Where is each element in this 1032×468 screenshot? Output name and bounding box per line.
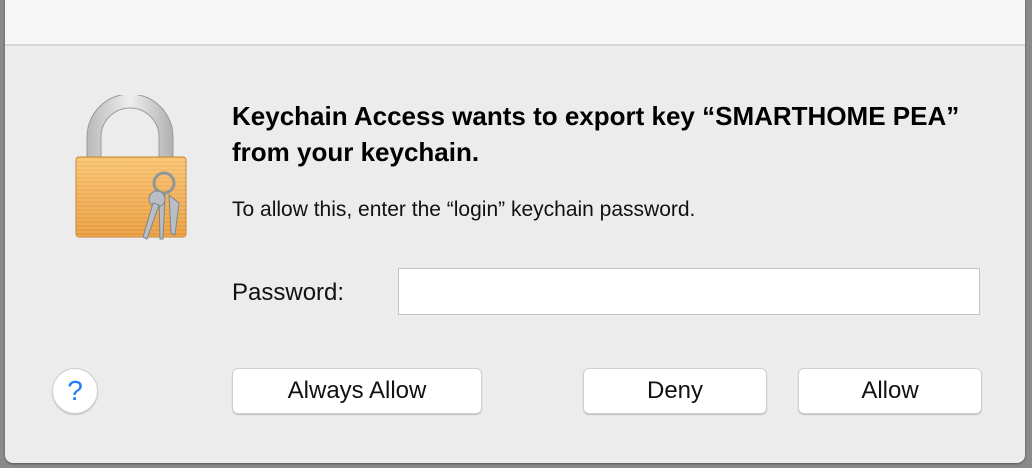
password-input[interactable] <box>398 268 980 315</box>
always-allow-button[interactable]: Always Allow <box>232 368 482 414</box>
deny-button[interactable]: Deny <box>583 368 767 414</box>
dialog-title: Keychain Access wants to export key “SMA… <box>232 101 960 167</box>
help-button[interactable]: ? <box>52 368 98 414</box>
keychain-lock-icon <box>75 95 187 240</box>
password-label: Password: <box>232 279 345 306</box>
dialog-top-strip <box>5 0 1025 46</box>
dialog-message: To allow this, enter the “login” keychai… <box>232 198 696 221</box>
keychain-dialog: Keychain Access wants to export key “SMA… <box>5 0 1025 463</box>
allow-button[interactable]: Allow <box>798 368 982 414</box>
